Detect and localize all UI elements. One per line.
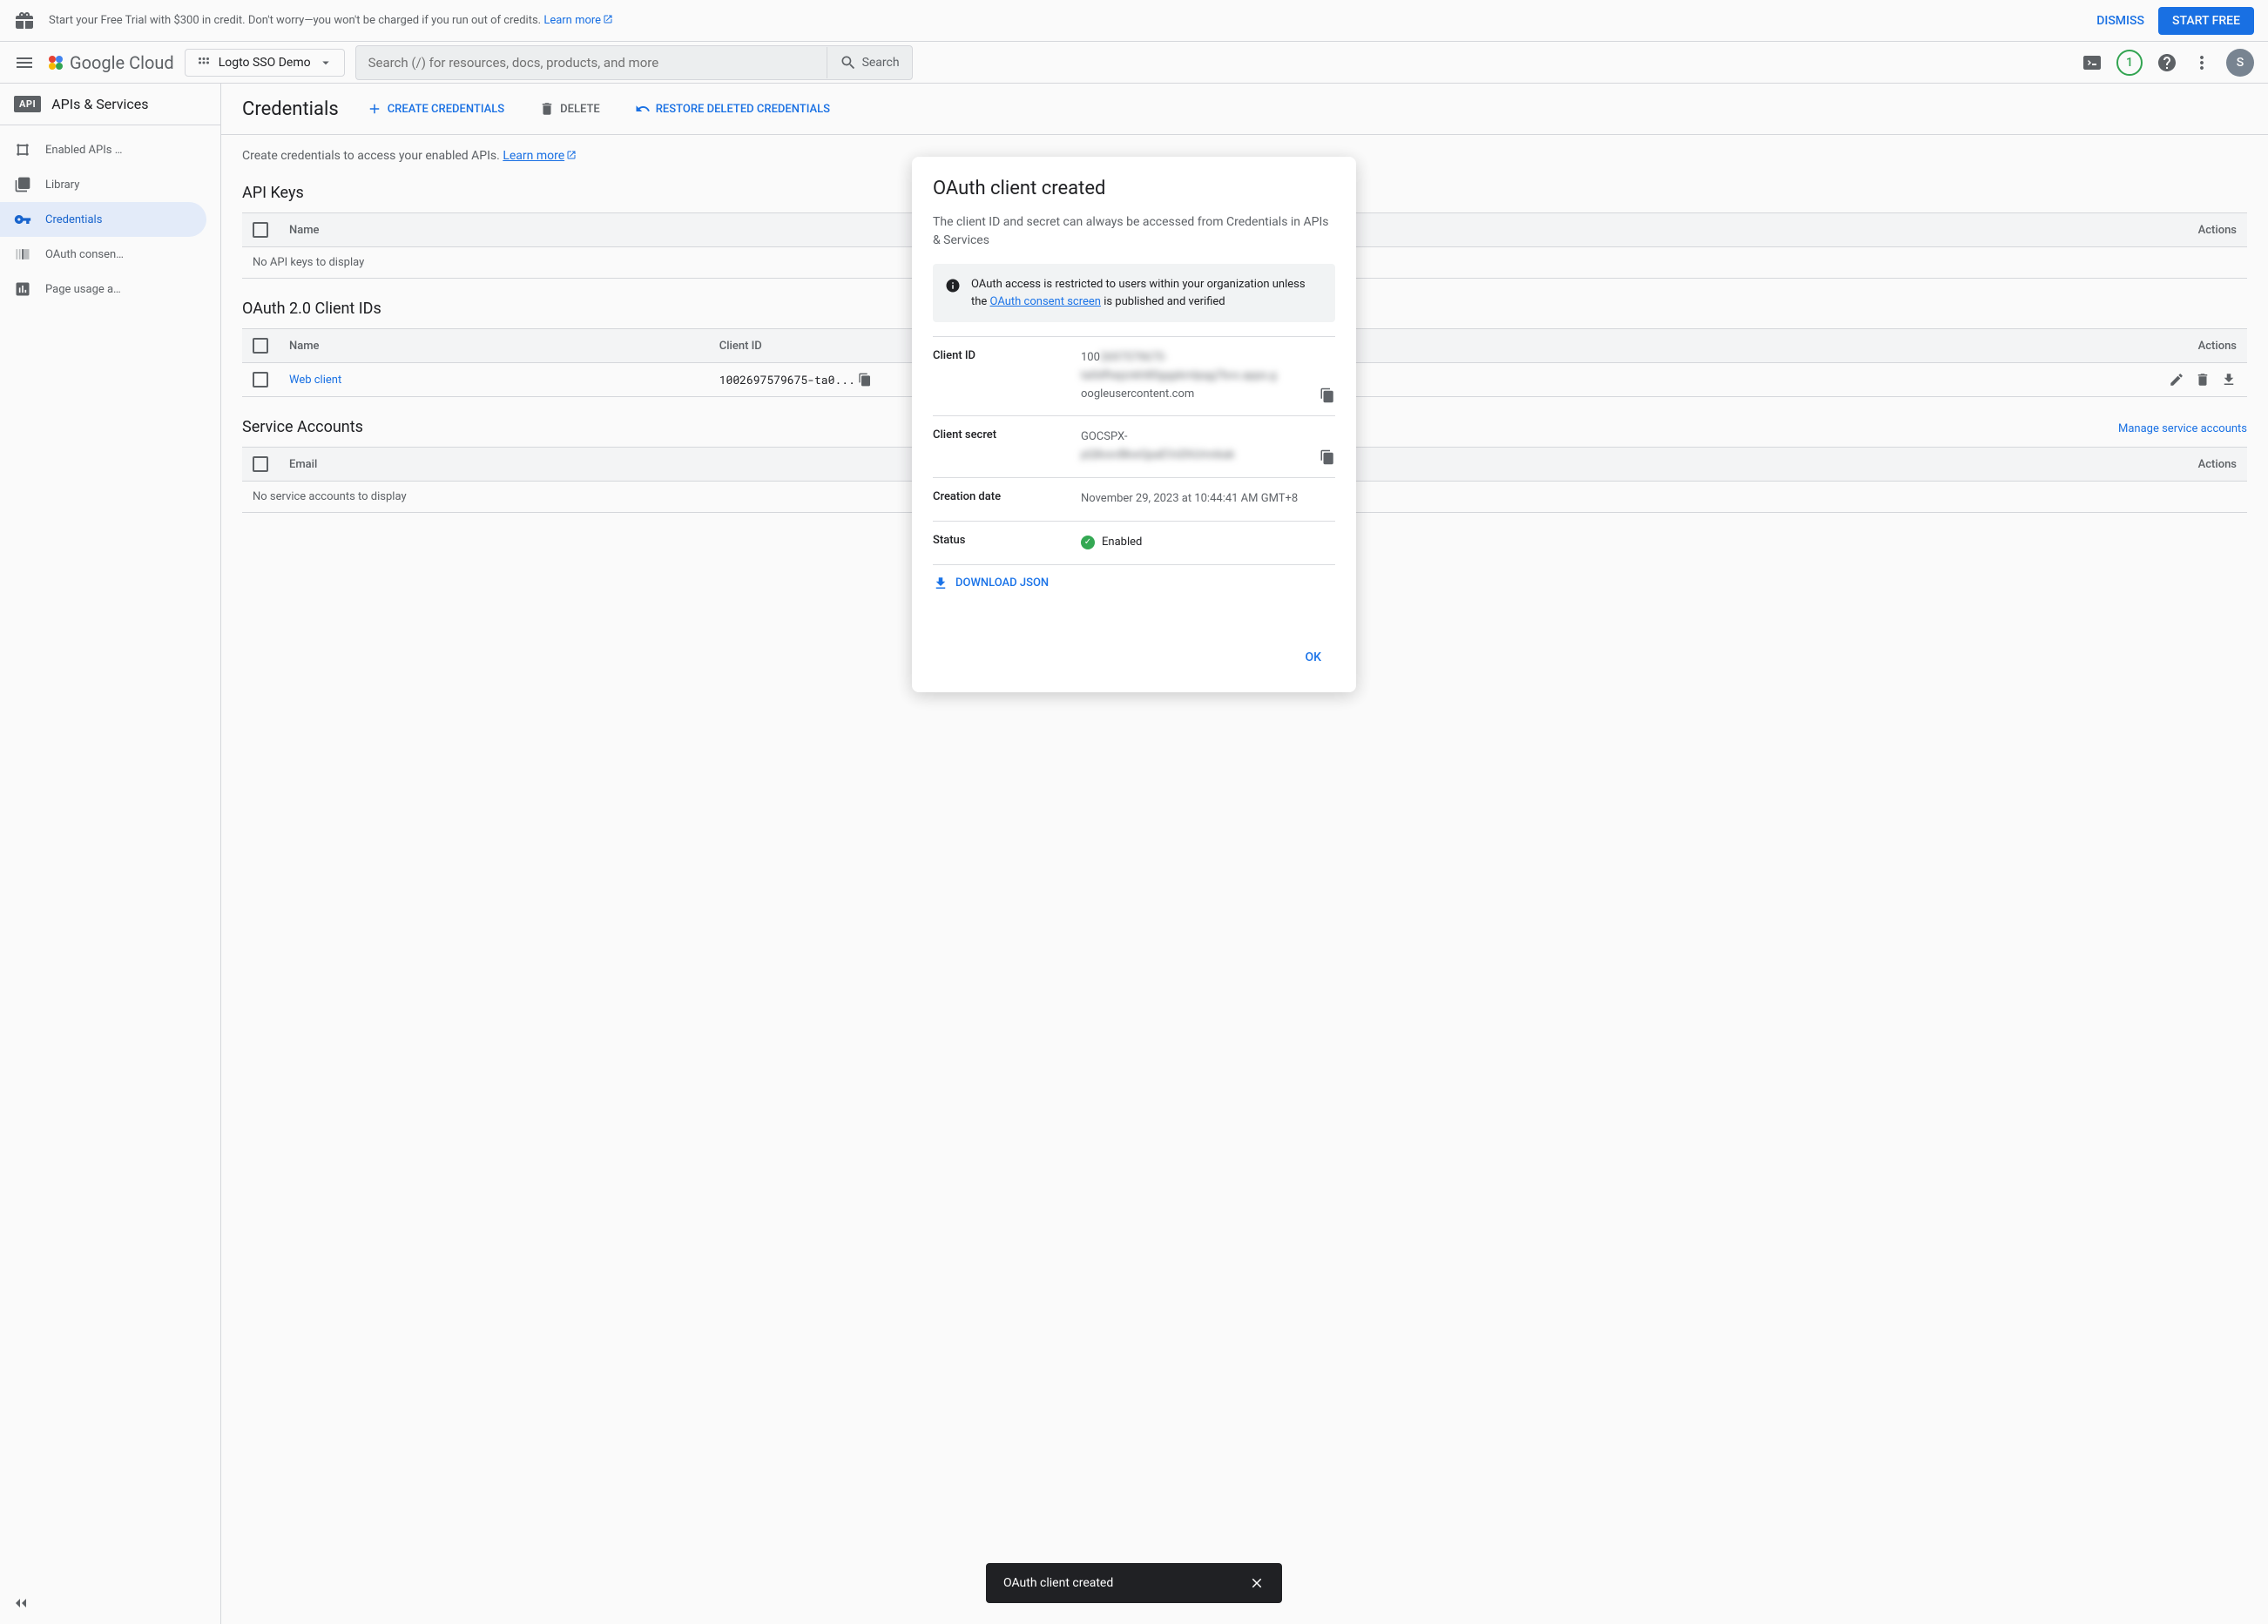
- status-label: Status: [933, 534, 1081, 552]
- creation-date-label: Creation date: [933, 490, 1081, 509]
- creation-date-value: November 29, 2023 at 10:44:41 AM GMT+8: [1081, 490, 1335, 509]
- oauth-created-modal: OAuth client created The client ID and s…: [912, 157, 1356, 692]
- client-secret-label: Client secret: [933, 428, 1081, 465]
- client-id-value: 1002697579675-ta0dfhejznkh80gqpkmlpqg7bv…: [1081, 349, 1335, 403]
- client-secret-row: Client secret GOCSPX-pQ8oxvBkwQpaEVxDhUm…: [933, 415, 1335, 477]
- info-icon: [945, 278, 961, 293]
- status-row: Status Enabled: [933, 521, 1335, 564]
- modal-overlay: OAuth client created The client ID and s…: [0, 0, 2268, 1624]
- status-value: Enabled: [1081, 534, 1335, 552]
- copy-client-secret-icon[interactable]: [1320, 449, 1335, 465]
- toast-text: OAuth client created: [1003, 1576, 1113, 1590]
- toast: OAuth client created: [986, 1563, 1282, 1603]
- client-id-row: Client ID 1002697579675-ta0dfhejznkh80gq…: [933, 336, 1335, 415]
- copy-client-id-icon[interactable]: [1320, 387, 1335, 403]
- download-icon: [933, 576, 948, 591]
- client-secret-value: GOCSPX-pQ8oxvBkwQpaEVxDhUmnkak: [1081, 428, 1335, 465]
- download-json-button[interactable]: DOWNLOAD JSON: [933, 564, 1335, 591]
- check-icon: [1081, 536, 1095, 549]
- info-box: OAuth access is restricted to users with…: [933, 264, 1335, 322]
- ok-button[interactable]: OK: [1292, 644, 1336, 671]
- modal-title: OAuth client created: [933, 178, 1335, 199]
- client-id-label: Client ID: [933, 349, 1081, 403]
- modal-subtitle: The client ID and secret can always be a…: [933, 213, 1335, 250]
- close-icon[interactable]: [1249, 1575, 1265, 1591]
- creation-date-row: Creation date November 29, 2023 at 10:44…: [933, 477, 1335, 521]
- oauth-consent-link[interactable]: OAuth consent screen: [990, 295, 1101, 308]
